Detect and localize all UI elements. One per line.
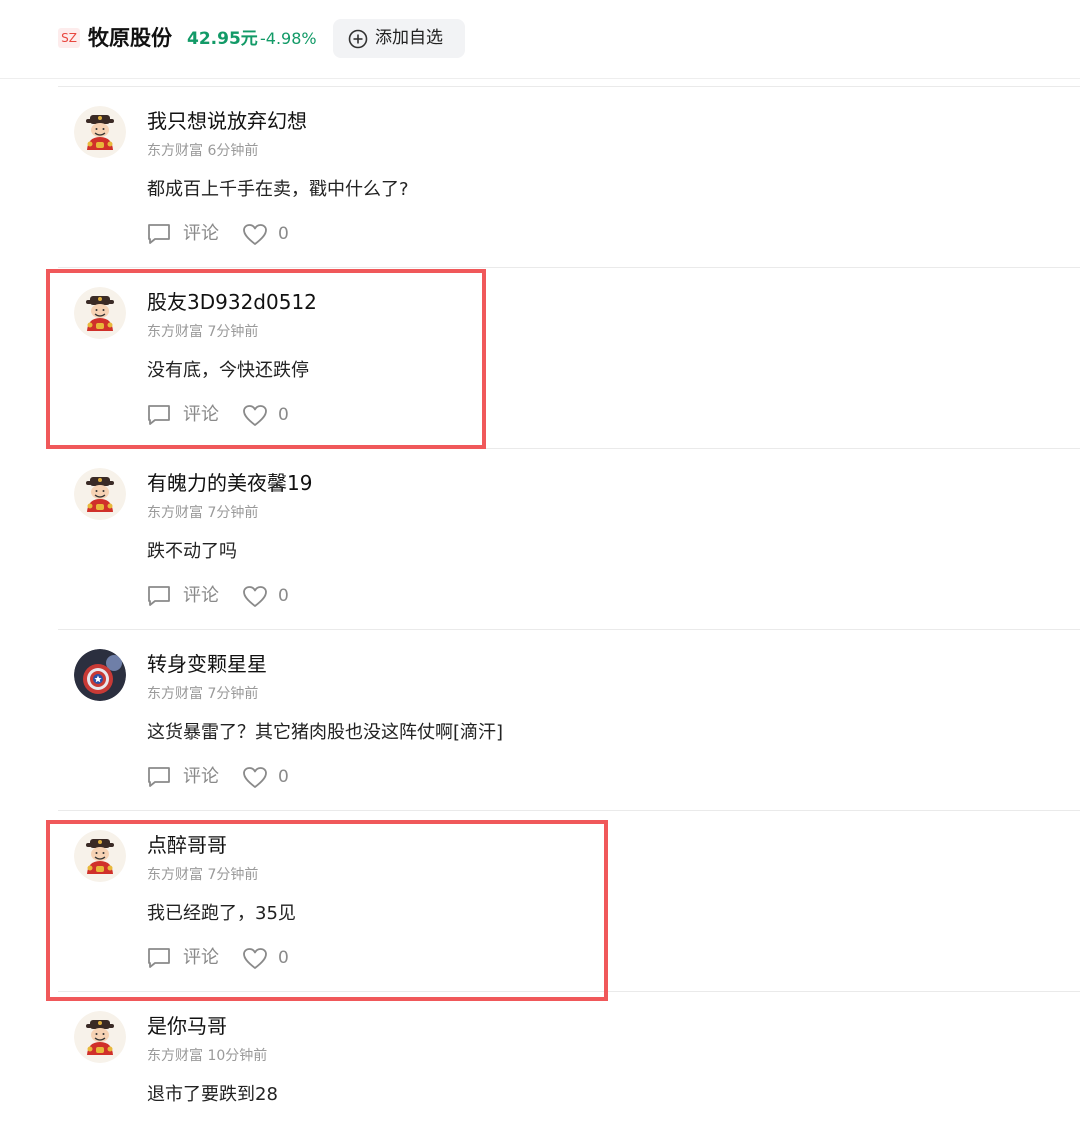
post-source-time: 东方财富 7分钟前 — [147, 867, 259, 883]
like-count: 0 — [278, 948, 289, 968]
comment-label: 评论 — [183, 947, 219, 968]
like-button[interactable]: 0 — [242, 945, 302, 971]
market-badge: SZ — [58, 28, 80, 48]
user-avatar[interactable] — [74, 649, 126, 701]
post-author[interactable]: 转身变颗星星 — [147, 650, 267, 678]
like-button[interactable]: 0 — [242, 221, 302, 247]
post-content[interactable]: 都成百上千手在卖，戳中什么了? — [147, 177, 409, 203]
post-author[interactable]: 股友3D932d0512 — [147, 288, 317, 316]
post-source-time: 东方财富 7分钟前 — [147, 686, 259, 702]
post-item: 是你马哥 东方财富 10分钟前 退市了要跌到28 — [58, 991, 1080, 1125]
post-item: 转身变颗星星 东方财富 7分钟前 这货暴雷了？其它猪肉股也没这阵仗啊[滴汗] 评… — [58, 629, 1080, 811]
user-avatar[interactable] — [74, 106, 126, 158]
stock-name[interactable]: 牧原股份 — [88, 24, 172, 52]
comment-label: 评论 — [183, 404, 219, 425]
add-to-watchlist-label: 添加自选 — [375, 28, 443, 48]
comment-label: 评论 — [183, 585, 219, 606]
post-source-time: 东方财富 6分钟前 — [147, 143, 259, 159]
user-avatar[interactable] — [74, 287, 126, 339]
post-source-time: 东方财富 10分钟前 — [147, 1048, 268, 1064]
comment-label: 评论 — [183, 766, 219, 787]
post-content[interactable]: 这货暴雷了？其它猪肉股也没这阵仗啊[滴汗] — [147, 720, 503, 746]
post-item: 有魄力的美夜馨19 东方财富 7分钟前 跌不动了吗 评论 0 — [58, 448, 1080, 630]
comment-icon — [147, 947, 171, 969]
post-item: 点醉哥哥 东方财富 7分钟前 我已经跑了，35见 评论 0 — [58, 810, 1080, 992]
post-author[interactable]: 我只想说放弃幻想 — [147, 107, 307, 135]
heart-icon — [242, 223, 268, 246]
user-avatar[interactable] — [74, 830, 126, 882]
comment-label: 评论 — [183, 223, 219, 244]
add-to-watchlist-button[interactable]: 添加自选 — [333, 19, 465, 58]
comment-icon — [147, 223, 171, 245]
like-button[interactable]: 0 — [242, 583, 302, 609]
post-content[interactable]: 我已经跑了，35见 — [147, 901, 296, 927]
stock-price: 42.95元 — [187, 29, 258, 49]
stock-header: SZ 牧原股份 42.95元 -4.98% 添加自选 — [0, 0, 1080, 79]
heart-icon — [242, 585, 268, 608]
post-source-time: 东方财富 7分钟前 — [147, 324, 259, 340]
heart-icon — [242, 766, 268, 789]
like-count: 0 — [278, 767, 289, 787]
post-author[interactable]: 有魄力的美夜馨19 — [147, 469, 312, 497]
like-count: 0 — [278, 405, 289, 425]
post-item: 我只想说放弃幻想 东方财富 6分钟前 都成百上千手在卖，戳中什么了? 评论 0 — [58, 86, 1080, 268]
user-avatar[interactable] — [74, 1011, 126, 1063]
post-author[interactable]: 点醉哥哥 — [147, 831, 227, 859]
user-avatar[interactable] — [74, 468, 126, 520]
post-content[interactable]: 没有底，今快还跌停 — [147, 358, 309, 384]
heart-icon — [242, 947, 268, 970]
like-button[interactable]: 0 — [242, 402, 302, 428]
comment-icon — [147, 766, 171, 788]
post-content[interactable]: 退市了要跌到28 — [147, 1082, 278, 1108]
heart-icon — [242, 404, 268, 427]
post-author[interactable]: 是你马哥 — [147, 1012, 227, 1040]
stock-change: -4.98% — [260, 29, 317, 48]
stock-forum-page: SZ 牧原股份 42.95元 -4.98% 添加自选 我只想说放弃幻想 东方财富… — [0, 0, 1080, 1125]
comment-icon — [147, 404, 171, 426]
plus-circle-icon — [348, 29, 368, 49]
comment-icon — [147, 585, 171, 607]
like-count: 0 — [278, 586, 289, 606]
post-content[interactable]: 跌不动了吗 — [147, 539, 237, 565]
post-item: 股友3D932d0512 东方财富 7分钟前 没有底，今快还跌停 评论 0 — [58, 267, 1080, 449]
post-source-time: 东方财富 7分钟前 — [147, 505, 259, 521]
like-count: 0 — [278, 224, 289, 244]
like-button[interactable]: 0 — [242, 764, 302, 790]
